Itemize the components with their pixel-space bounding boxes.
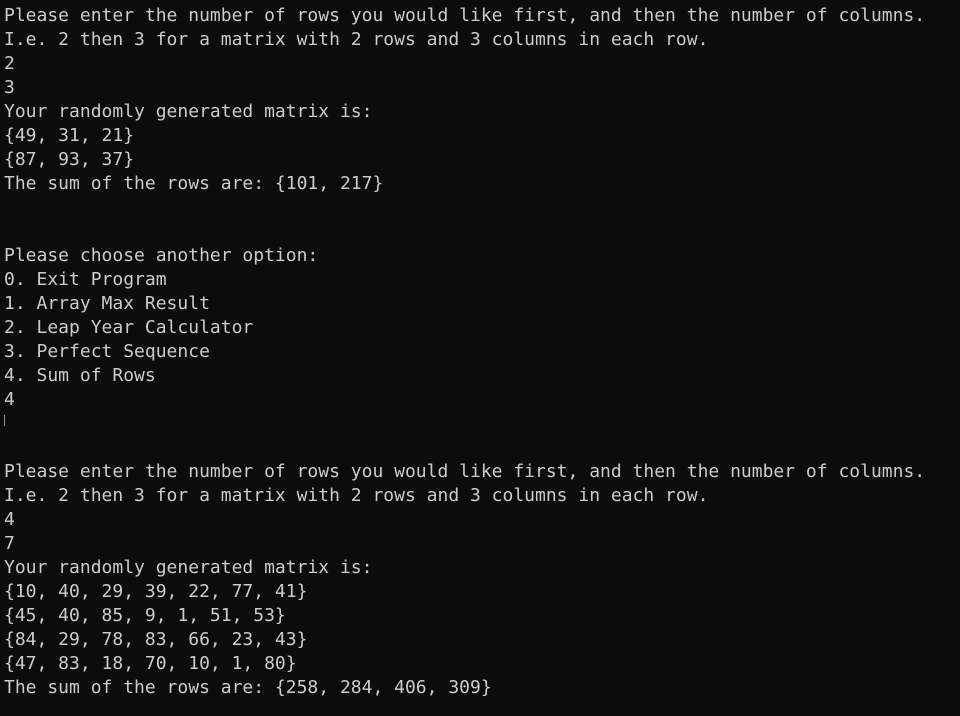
prompt-rows-columns-line: Please enter the number of rows you woul…	[4, 461, 926, 482]
matrix-row-line: {49, 31, 21}	[4, 125, 135, 146]
prompt-example-line: I.e. 2 then 3 for a matrix with 2 rows a…	[4, 29, 709, 50]
matrix-row-line: {45, 40, 85, 9, 1, 51, 53}	[4, 605, 286, 626]
matrix-row-line: {84, 29, 78, 83, 66, 23, 43}	[4, 629, 308, 650]
prompt-rows-columns-line: Please enter the number of rows you woul…	[4, 5, 926, 26]
input-rows-line: 2	[4, 53, 15, 74]
menu-option-sum-rows: 4. Sum of Rows	[4, 365, 156, 386]
matrix-row-line: {10, 40, 29, 39, 22, 77, 41}	[4, 581, 308, 602]
input-menu-choice-line: 4	[4, 389, 15, 410]
matrix-row-line: {87, 93, 37}	[4, 149, 135, 170]
console-output[interactable]: Please enter the number of rows you woul…	[0, 0, 960, 716]
menu-option-exit: 0. Exit Program	[4, 269, 167, 290]
input-columns-line: 7	[4, 533, 15, 554]
matrix-row-line: {47, 83, 18, 70, 10, 1, 80}	[4, 653, 297, 674]
prompt-example-line: I.e. 2 then 3 for a matrix with 2 rows a…	[4, 485, 709, 506]
input-columns-line: 3	[4, 77, 15, 98]
menu-option-perfect-seq: 3. Perfect Sequence	[4, 341, 210, 362]
text-caret	[4, 415, 5, 426]
matrix-heading-line: Your randomly generated matrix is:	[4, 557, 373, 578]
row-sums-line: The sum of the rows are: {258, 284, 406,…	[4, 677, 492, 698]
input-rows-line: 4	[4, 509, 15, 530]
menu-option-leap-year: 2. Leap Year Calculator	[4, 317, 254, 338]
row-sums-line: The sum of the rows are: {101, 217}	[4, 173, 384, 194]
matrix-heading-line: Your randomly generated matrix is:	[4, 101, 373, 122]
menu-heading-line: Please choose another option:	[4, 245, 319, 266]
menu-option-array-max: 1. Array Max Result	[4, 293, 210, 314]
